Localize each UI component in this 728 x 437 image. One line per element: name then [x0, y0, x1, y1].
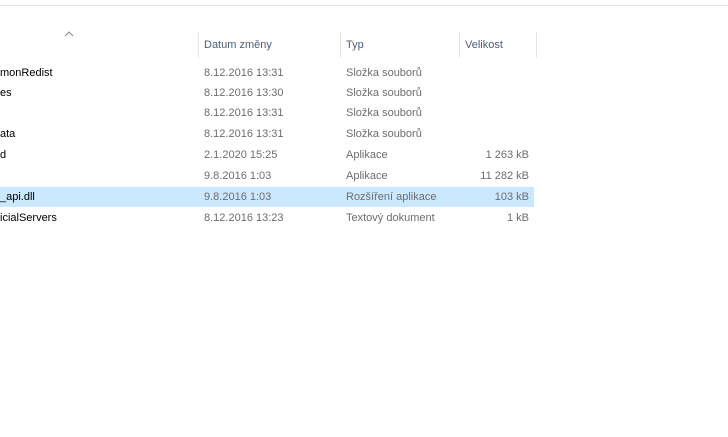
file-name: icialServers [0, 212, 57, 224]
file-size: 1 kB [506, 212, 529, 224]
file-date: 2.1.2020 15:25 [204, 149, 278, 161]
file-row[interactable]: es 8.12.2016 13:30 Složka souborů [0, 83, 534, 103]
file-size: 103 kB [494, 191, 529, 203]
file-date: 8.12.2016 13:31 [204, 67, 284, 79]
file-name: monRedist [0, 67, 53, 79]
file-row[interactable]: icialServers 8.12.2016 13:23 Textový dok… [0, 208, 534, 228]
file-size [462, 63, 529, 83]
file-name [0, 166, 180, 186]
file-size [462, 103, 529, 123]
file-type: Složka souborů [346, 128, 422, 140]
file-date: 9.8.2016 1:03 [204, 191, 272, 203]
file-size: 11 282 kB [480, 170, 529, 182]
column-header-date[interactable]: Datum změny [198, 26, 340, 58]
column-header-bar: Datum změny Typ Velikost [0, 26, 728, 58]
file-row[interactable]: ata 8.12.2016 13:31 Složka souborů [0, 124, 534, 144]
column-header-type-label: Typ [346, 39, 364, 51]
file-row-selected[interactable]: _api.dll 9.8.2016 1:03 Rozšíření aplikac… [0, 187, 534, 207]
file-name: _api.dll [0, 191, 35, 203]
column-divider[interactable] [536, 32, 537, 58]
file-row[interactable]: 8.12.2016 13:31 Složka souborů [0, 103, 534, 123]
file-type: Složka souborů [346, 67, 422, 79]
column-header-name[interactable] [0, 26, 198, 58]
column-header-size-label: Velikost [465, 39, 503, 51]
column-header-date-label: Datum změny [204, 39, 272, 51]
file-type: Složka souborů [346, 87, 422, 99]
chevron-up-icon [64, 31, 74, 37]
file-type: Textový dokument [346, 212, 435, 224]
file-row[interactable]: d 2.1.2020 15:25 Aplikace 1 263 kB [0, 145, 534, 165]
file-date: 8.12.2016 13:30 [204, 87, 284, 99]
file-type: Aplikace [346, 149, 388, 161]
column-header-size[interactable]: Velikost [459, 26, 536, 58]
file-name: d [0, 149, 7, 161]
file-row[interactable]: monRedist 8.12.2016 13:31 Složka souborů [0, 63, 534, 83]
file-name: es [0, 87, 12, 99]
file-date: 9.8.2016 1:03 [204, 170, 272, 182]
file-type: Rozšíření aplikace [346, 191, 437, 203]
file-type: Aplikace [346, 170, 388, 182]
file-date: 8.12.2016 13:31 [204, 128, 284, 140]
file-date: 8.12.2016 13:31 [204, 107, 284, 119]
column-header-type[interactable]: Typ [340, 26, 459, 58]
file-name: ata [0, 128, 16, 140]
file-type: Složka souborů [346, 107, 422, 119]
file-name [0, 103, 180, 123]
file-size: 1 263 kB [485, 149, 529, 161]
file-size [462, 124, 529, 144]
file-date: 8.12.2016 13:23 [204, 212, 284, 224]
file-size [462, 83, 529, 103]
file-row[interactable]: 9.8.2016 1:03 Aplikace 11 282 kB [0, 166, 534, 186]
toolbar-strip [0, 0, 728, 6]
